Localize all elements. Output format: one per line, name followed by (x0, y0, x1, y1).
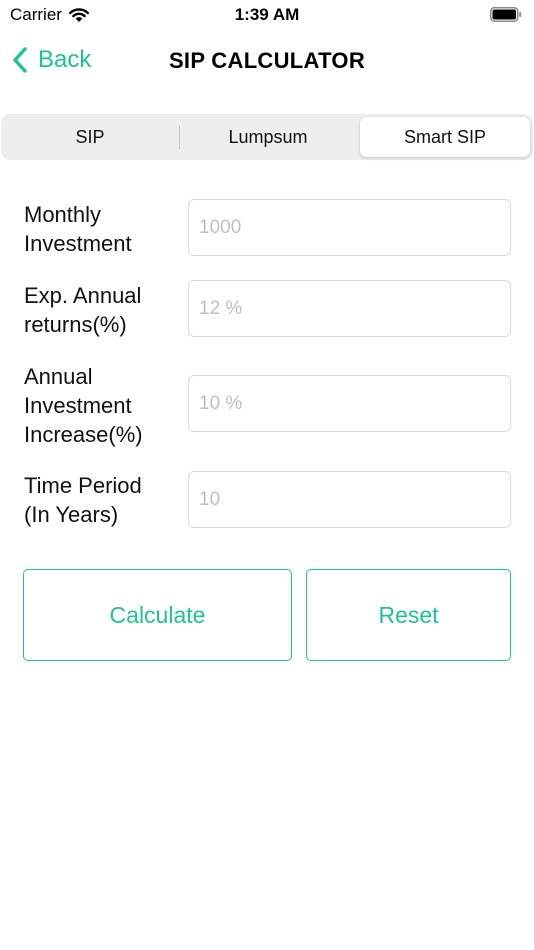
tab-smart-sip[interactable]: Smart SIP (360, 117, 530, 157)
investment-increase-label: Annual Investment Increase(%) (24, 364, 143, 447)
status-time: 1:39 AM (234, 5, 300, 24)
calculator-type-segmented-control: SIP Lumpsum Smart SIP (1, 114, 533, 160)
sip-calculator-screen: Carrier 1:39 AM Back SIP CALCULATOR SIP … (0, 0, 534, 950)
calculate-button[interactable]: Calculate (23, 569, 292, 661)
page-title: SIP CALCULATOR (168, 48, 366, 73)
investment-increase-input[interactable]: 10 % (188, 375, 511, 432)
monthly-investment-input[interactable]: 1000 (188, 199, 511, 256)
time-period-input[interactable]: 10 (188, 471, 511, 528)
annual-returns-label: Exp. Annual returns(%) (24, 283, 142, 337)
monthly-investment-label: Monthly Investment (24, 202, 132, 256)
annual-returns-input[interactable]: 12 % (188, 280, 511, 337)
tab-lumpsum[interactable]: Lumpsum (179, 117, 357, 157)
status-bar: Carrier 1:39 AM (0, 0, 534, 30)
battery-icon (490, 7, 522, 22)
navigation-bar: Back SIP CALCULATOR (0, 36, 534, 86)
tab-sip[interactable]: SIP (1, 117, 179, 157)
time-period-label: Time Period (In Years) (24, 473, 142, 527)
reset-button[interactable]: Reset (306, 569, 511, 661)
